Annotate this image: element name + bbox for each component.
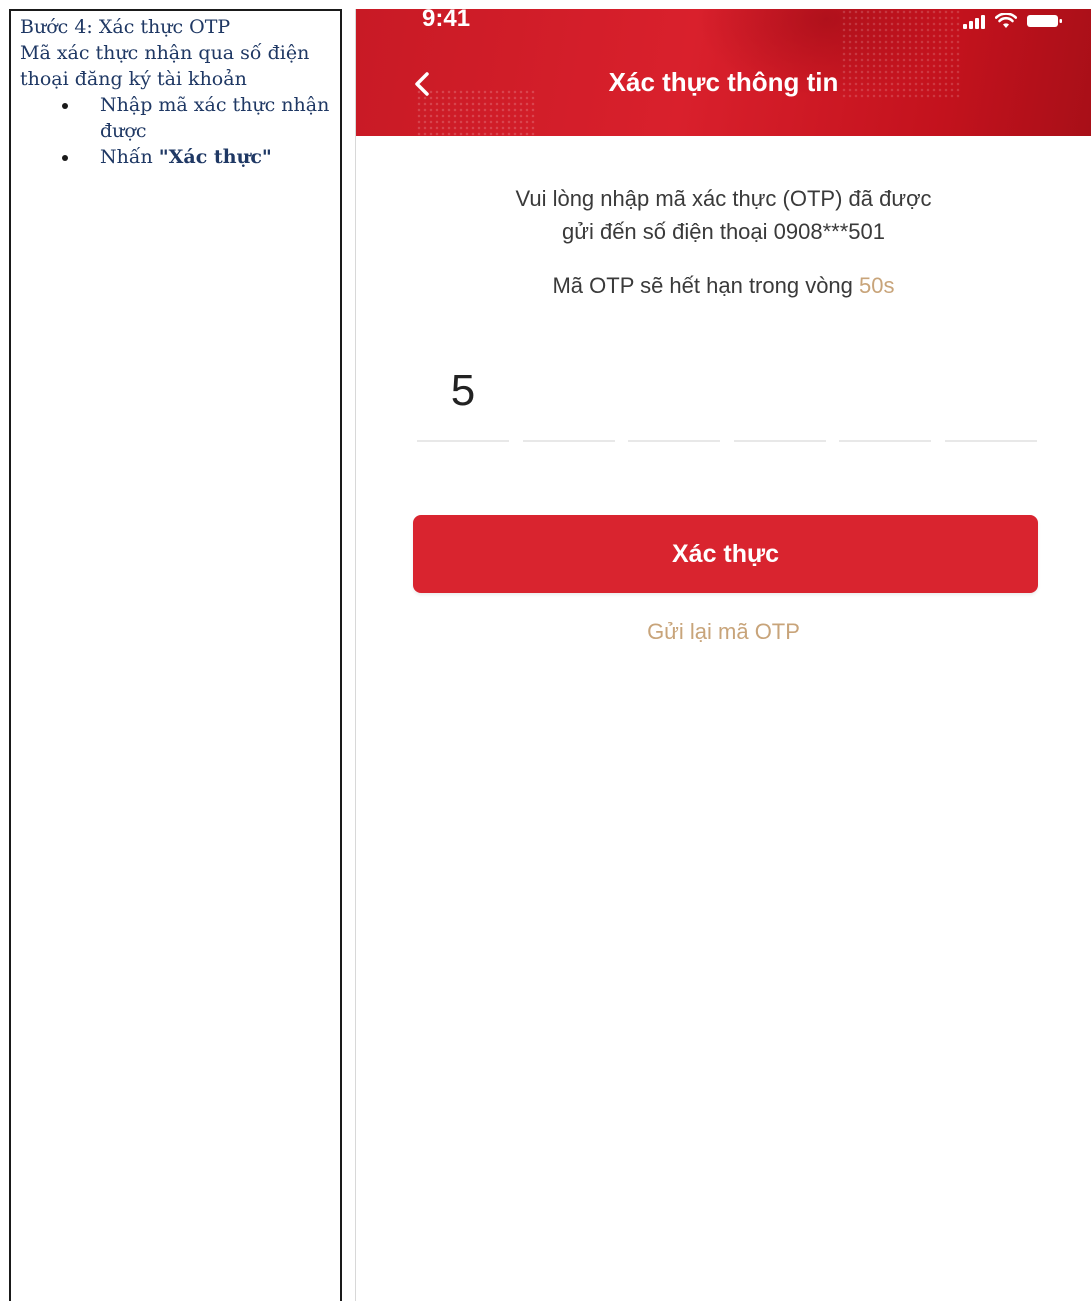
otp-digit-field[interactable]	[733, 358, 826, 442]
otp-digit-field[interactable]	[839, 358, 932, 442]
resend-otp-link[interactable]: Gửi lại mã OTP	[356, 617, 1091, 647]
instruction-item: Nhập mã xác thực nhận được	[62, 92, 330, 144]
battery-icon	[1027, 13, 1063, 29]
otp-expire-text: Mã OTP sẽ hết hạn trong vòng 50s	[356, 271, 1091, 301]
step-description: Mã xác thực nhận qua số điện thoại đăng …	[20, 42, 310, 90]
status-icons	[963, 13, 1063, 29]
instruction-panel: Bước 4: Xác thực OTP Mã xác thực nhận qu…	[9, 9, 342, 1301]
otp-message-line2: gửi đến số điện thoại 0908***501	[562, 219, 885, 244]
otp-digit-field[interactable]: 5	[417, 358, 509, 442]
instruction-item-prefix: Nhấn	[100, 146, 159, 168]
instruction-list: Nhập mã xác thực nhận được Nhấn "Xác thự…	[20, 92, 330, 170]
verify-button[interactable]: Xác thực	[413, 515, 1038, 593]
otp-input-group: 5	[417, 358, 1037, 442]
instruction-item: Nhấn "Xác thực"	[62, 144, 330, 170]
instruction-text: Bước 4: Xác thực OTP Mã xác thực nhận qu…	[11, 11, 340, 170]
wifi-icon	[995, 13, 1017, 29]
page-title: Xác thực thông tin	[608, 67, 839, 97]
otp-digit-field[interactable]	[628, 358, 721, 442]
status-time: 9:41	[422, 9, 471, 32]
signal-icon	[963, 15, 985, 29]
otp-message-line1: Vui lòng nhập mã xác thực (OTP) đã được	[515, 186, 932, 211]
otp-digit-field[interactable]	[522, 358, 615, 442]
phone-screen: 9:41 Xác thực thông tin Vui lòng nhập mã…	[355, 9, 1091, 1301]
otp-digit-value: 5	[450, 366, 476, 415]
otp-digit-field[interactable]	[944, 358, 1037, 442]
otp-countdown: 50s	[859, 273, 895, 298]
step-title: Bước 4: Xác thực OTP	[20, 16, 231, 38]
otp-expire-prefix: Mã OTP sẽ hết hạn trong vòng	[552, 273, 860, 298]
instruction-item-bold: "Xác thực"	[158, 146, 272, 168]
app-header: 9:41 Xác thực thông tin	[356, 9, 1091, 136]
instruction-item-text: Nhập mã xác thực nhận được	[100, 94, 330, 142]
